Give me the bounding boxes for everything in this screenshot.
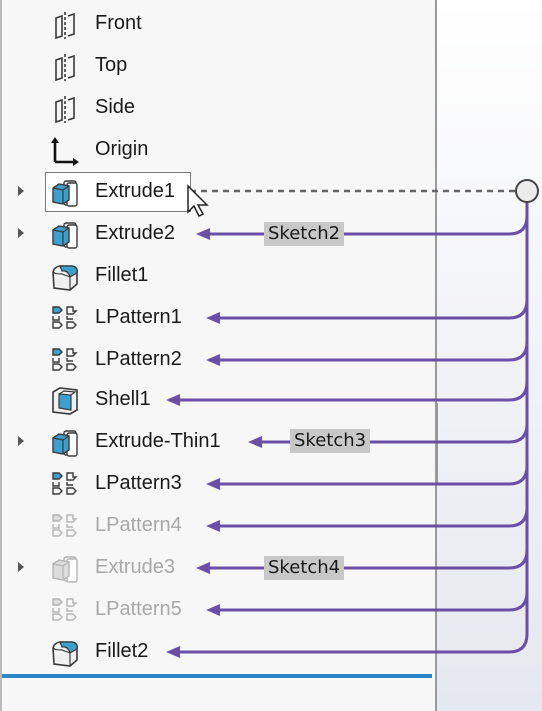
extrude-icon (50, 554, 80, 584)
tree-item-label: Front (95, 12, 142, 34)
origin-icon (50, 136, 80, 166)
tree-item-lpattern5[interactable]: LPattern5 (0, 590, 430, 630)
sketch-label-sketch2: Sketch2 (264, 222, 345, 246)
tree-item-label: Top (95, 54, 128, 76)
expand-arrow-icon[interactable] (18, 436, 24, 446)
linear-pattern-icon (50, 470, 80, 500)
expand-arrow-icon[interactable] (18, 562, 24, 572)
extrude-icon (50, 178, 80, 208)
fillet-icon (50, 262, 80, 292)
tree-item-label: LPattern5 (95, 598, 182, 620)
rollback-bar[interactable] (2, 674, 432, 678)
tree-item-extrude1[interactable]: Extrude1 (0, 172, 430, 212)
tree-item-lpattern1[interactable]: LPattern1 (0, 298, 430, 338)
tree-item-extrude2[interactable]: Extrude2 (0, 214, 430, 254)
tree-item-label: LPattern4 (95, 514, 182, 536)
linear-pattern-icon (50, 596, 80, 626)
linear-pattern-icon (50, 512, 80, 542)
tree-item-label: Extrude3 (95, 556, 176, 578)
tree-item-label: Shell1 (95, 388, 151, 410)
tree-item-fillet2[interactable]: Fillet2 (0, 632, 430, 672)
tree-item-label: LPattern2 (95, 348, 182, 370)
tree-item-origin[interactable]: Origin (0, 130, 430, 170)
splitter-notch (436, 403, 452, 483)
tree-item-label: Extrude-Thin1 (95, 430, 221, 452)
extrude-icon (50, 220, 80, 250)
tree-item-label: Fillet2 (95, 640, 149, 662)
tree-item-extrude3[interactable]: Extrude3 (0, 548, 430, 588)
tree-item-label: Side (95, 96, 136, 118)
tree-item-shell1[interactable]: Shell1 (0, 380, 430, 420)
tree-item-label: LPattern3 (95, 472, 182, 494)
sketch-label-sketch4: Sketch4 (264, 556, 345, 580)
sketch-label-sketch3: Sketch3 (290, 429, 371, 453)
tree-item-lpattern2[interactable]: LPattern2 (0, 340, 430, 380)
tree-item-label: LPattern1 (95, 306, 182, 328)
plane-icon (50, 10, 80, 40)
tree-item-fillet1[interactable]: Fillet1 (0, 256, 430, 296)
tree-item-label: Origin (95, 138, 149, 160)
linear-pattern-icon (50, 346, 80, 376)
tree-item-front[interactable]: Front (0, 4, 430, 44)
linear-pattern-icon (50, 304, 80, 334)
shell-icon (50, 386, 80, 416)
expand-arrow-icon[interactable] (18, 186, 24, 196)
panel-splitter[interactable] (435, 0, 437, 711)
expand-arrow-icon[interactable] (18, 228, 24, 238)
tree-item-label: Fillet1 (95, 264, 149, 286)
graphics-area[interactable] (437, 0, 542, 711)
tree-item-label: Extrude1 (95, 180, 176, 202)
plane-icon (50, 94, 80, 124)
tree-item-lpattern3[interactable]: LPattern3 (0, 464, 430, 504)
tree-item-side[interactable]: Side (0, 88, 430, 128)
tree-item-lpattern4[interactable]: LPattern4 (0, 506, 430, 546)
extrude-icon (50, 428, 80, 458)
fillet-icon (50, 638, 80, 668)
tree-item-top[interactable]: Top (0, 46, 430, 86)
plane-icon (50, 52, 80, 82)
tree-item-label: Extrude2 (95, 222, 176, 244)
